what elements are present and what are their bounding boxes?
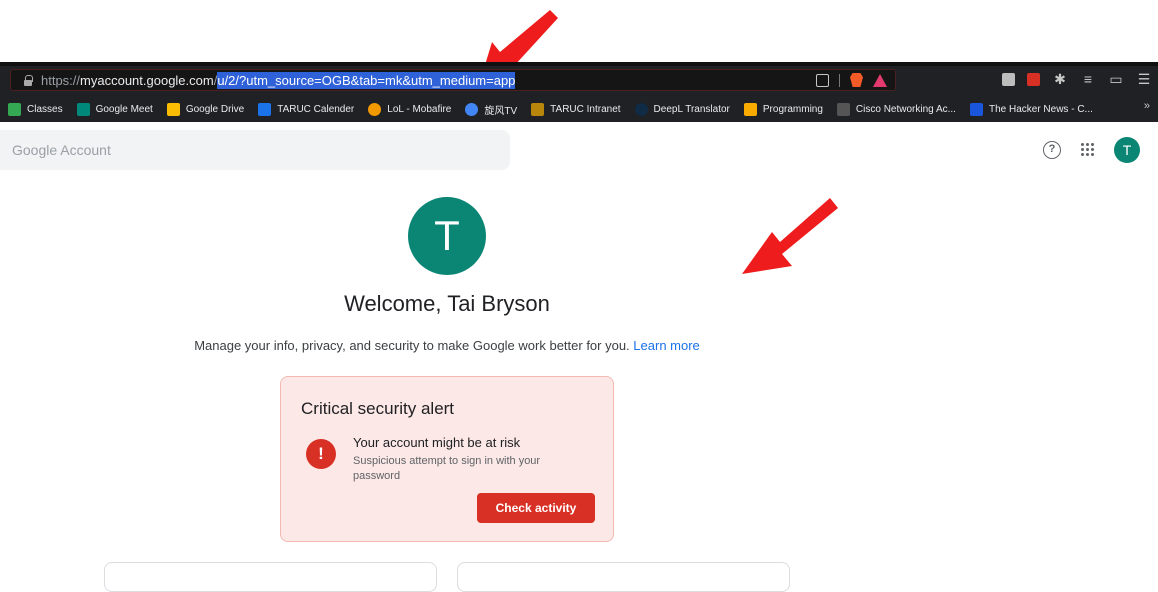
puzzle-extensions-icon[interactable]: ✱ [1052,71,1068,87]
url-selected-text: u/2/?utm_source=OGB&tab=mk&utm_medium=ap… [217,71,516,89]
manage-text: Manage your info, privacy, and security … [194,338,630,353]
profile-avatar-initial: T [434,212,460,259]
bookmark-hacker-news[interactable]: The Hacker News - C... [969,102,1093,116]
brave-rewards-icon[interactable] [873,73,887,87]
folder-icon [743,102,757,116]
manage-description: Manage your info, privacy, and security … [0,338,894,353]
help-glyph: ? [1048,143,1056,155]
bookmark-label: TARUC Calender [277,103,355,115]
bookmark-xuanfeng-tv[interactable]: 旋风TV [465,102,517,117]
google-meet-favicon-icon [76,102,90,116]
lock-icon [23,74,33,86]
bookmark-label: Classes [27,103,63,115]
search-placeholder: Google Account [12,142,111,158]
bookmark-lol-mobafire[interactable]: LoL - Mobafire [368,102,452,116]
hacker-news-favicon-icon [969,102,983,116]
warning-glyph: ! [318,444,324,463]
tv-favicon-icon [465,102,479,116]
url-scheme: https:// [41,72,81,88]
toolbar-extensions: ✱ ≡ ▭ ☰ [1002,71,1152,87]
bookmark-deepl-translator[interactable]: DeepL Translator [634,102,730,116]
account-avatar-button[interactable]: T [1114,137,1140,163]
taruc-intranet-favicon-icon [531,102,545,116]
bookmark-label: Google Drive [185,103,245,115]
url-domain: myaccount.google.com [80,72,214,88]
menu-icon[interactable]: ☰ [1136,71,1152,87]
bookmark-label: Google Meet [95,103,153,115]
bookmark-label: TARUC Intranet [550,103,621,115]
warning-icon: ! [306,439,336,469]
bookmark-classes[interactable]: Classes [8,102,63,116]
bookmark-label: DeepL Translator [653,103,730,115]
bookmark-google-meet[interactable]: Google Meet [76,102,153,116]
google-apps-icon[interactable] [1081,143,1095,157]
learn-more-link[interactable]: Learn more [633,338,699,353]
url-text[interactable]: https://myaccount.google.com / u/2/?utm_so… [41,69,516,91]
bookmark-label: Cisco Networking Ac... [855,103,956,115]
bookmark-taruc-calender[interactable]: TARUC Calender [258,102,355,116]
bookmark-label: LoL - Mobafire [387,103,452,115]
alert-subtext: Suspicious attempt to sign in with your … [353,455,541,482]
bookmarks-overflow-icon[interactable]: » [1144,100,1150,112]
brave-shields-icon[interactable] [850,73,863,87]
bottom-card-left[interactable] [104,562,437,592]
deepl-favicon-icon [634,102,648,116]
check-activity-button[interactable]: Check activity [477,493,595,523]
mobafire-favicon-icon [368,102,382,116]
help-icon[interactable]: ? [1043,141,1061,159]
url-bar-icons [816,73,887,87]
bottom-card-right[interactable] [457,562,790,592]
profile-avatar[interactable]: T [408,197,486,275]
calendar-extension-icon[interactable] [1027,72,1040,86]
bookmark-label: Programming [762,103,823,115]
account-search-input[interactable]: Google Account [0,130,510,170]
google-drive-favicon-icon [166,102,180,116]
bookmark-google-drive[interactable]: Google Drive [166,102,245,116]
bookmarks-bar: Classes Google Meet Google Drive TARUC C… [0,96,1158,122]
annotation-arrow-middle [742,198,838,274]
extension-icon[interactable] [1002,72,1015,86]
alert-headline: Your account might be at risk [353,435,521,450]
bookmark-label: The Hacker News - C... [988,103,1093,115]
taruc-calender-favicon-icon [258,102,272,116]
address-bar[interactable]: https://myaccount.google.com / u/2/?utm_so… [10,69,896,91]
bookmark-taruc-intranet[interactable]: TARUC Intranet [531,102,621,116]
bookmark-label: 旋风TV [484,105,518,117]
screenshot-margin [0,0,1158,62]
divider [839,73,840,87]
classes-favicon-icon [8,102,21,116]
avatar-initial: T [1122,142,1132,158]
alert-title: Critical security alert [301,399,455,418]
bookmark-programming[interactable]: Programming [743,102,823,116]
bookmark-cisco[interactable]: Cisco Networking Ac... [836,102,956,116]
cisco-favicon-icon [836,102,850,116]
reading-list-icon[interactable]: ≡ [1080,71,1096,87]
qr-code-icon[interactable] [816,73,829,87]
security-alert-card: Critical security alert ! Your account m… [280,376,614,542]
welcome-heading: Welcome, Tai Bryson [344,291,550,316]
wallet-icon[interactable]: ▭ [1108,71,1124,87]
